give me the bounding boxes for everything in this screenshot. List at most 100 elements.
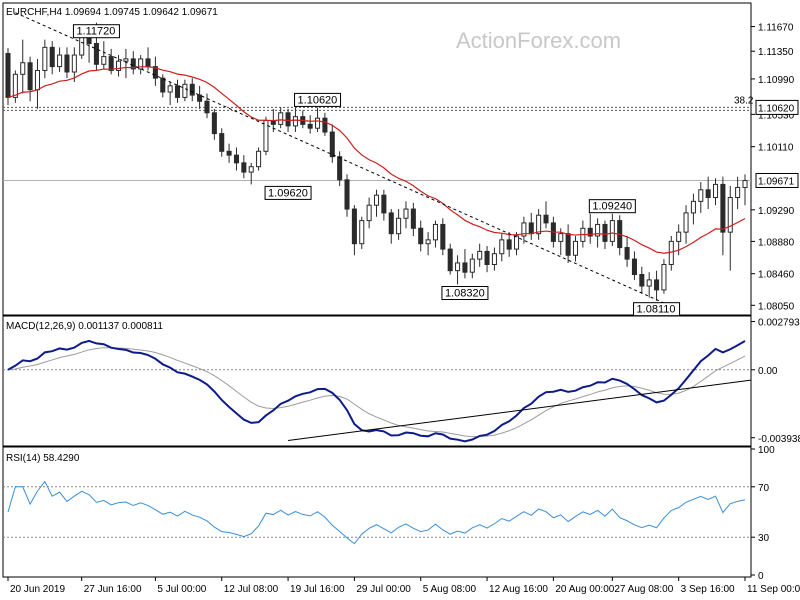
- candle-body: [646, 279, 652, 287]
- price-tick-label: 1.11670: [758, 23, 794, 34]
- x-tick-label: 27 Aug 08:00: [614, 584, 673, 595]
- candle-body: [484, 250, 490, 265]
- candle-body: [351, 208, 357, 245]
- candle-body: [698, 189, 704, 202]
- candle-body: [705, 189, 711, 199]
- candle-body: [359, 220, 365, 245]
- candle-body: [27, 62, 33, 91]
- macd-header: MACD(12,26,9) 0.001137 0.000811: [6, 321, 163, 332]
- candle-body: [381, 194, 387, 214]
- candle-body: [145, 58, 151, 68]
- candle-body: [292, 116, 298, 127]
- candle-body: [189, 83, 195, 96]
- candle-body: [469, 258, 475, 273]
- candle-body: [12, 73, 18, 98]
- watermark: ActionForex.com: [456, 28, 621, 53]
- price-annotation: 1.09620: [268, 187, 308, 199]
- candle-body: [396, 217, 402, 235]
- candle-body: [64, 54, 70, 73]
- candle-body: [5, 53, 11, 98]
- candle-body: [366, 204, 372, 222]
- candle-body: [543, 214, 549, 224]
- x-tick-label: 3 Sep 16:00: [681, 584, 735, 595]
- candle-body: [661, 263, 667, 291]
- candle-body: [79, 35, 85, 56]
- price-annotation: 1.11720: [76, 26, 115, 38]
- price-annotation: 1.10620: [298, 94, 338, 106]
- candle-body: [676, 231, 682, 242]
- candle-body: [506, 239, 512, 250]
- candle-body: [57, 54, 63, 68]
- candle-body: [307, 123, 313, 129]
- candle-body: [241, 162, 247, 173]
- candle-body: [425, 239, 431, 245]
- candle-body: [204, 100, 210, 114]
- x-tick-label: 5 Jul 00:00: [157, 584, 206, 595]
- rsi-tick-label: 70: [758, 483, 770, 494]
- candle-body: [211, 112, 217, 135]
- fib-price-label: 1.10620: [758, 103, 795, 114]
- candle-body: [528, 222, 534, 235]
- price-tick-label: 1.11350: [758, 47, 794, 58]
- x-tick-label: 12 Aug 16:00: [489, 584, 548, 595]
- candle-body: [455, 262, 461, 272]
- macd-tick-label: -0.003938: [758, 434, 800, 445]
- price-tick-label: 1.09290: [758, 206, 795, 217]
- candle-body: [315, 117, 321, 129]
- price-tick-label: 1.10110: [758, 143, 794, 154]
- candle-body: [388, 212, 394, 235]
- candle-body: [668, 240, 674, 265]
- macd-tick-label: 0.002793: [758, 318, 800, 329]
- candle-body: [373, 194, 380, 206]
- candle-body: [609, 220, 615, 242]
- x-tick-label: 29 Jul 00:00: [356, 584, 411, 595]
- candle-body: [167, 85, 173, 93]
- candle-body: [462, 262, 468, 273]
- candle-body: [197, 94, 203, 102]
- candle-body: [108, 56, 114, 71]
- price-tick-label: 1.08460: [758, 270, 795, 281]
- candle-body: [248, 166, 254, 173]
- price-tick-label: 1.10990: [758, 75, 795, 86]
- candle-body: [491, 253, 497, 265]
- price-annotation: 1.08110: [637, 304, 676, 316]
- x-tick-label: 27 Jun 16:00: [84, 584, 142, 595]
- fib-tag: 38.2: [734, 95, 754, 106]
- candle-body: [93, 43, 99, 65]
- candle-body: [565, 233, 571, 256]
- candle-body: [631, 258, 637, 276]
- candle-body: [263, 120, 269, 152]
- candle-body: [344, 179, 350, 210]
- candle-body: [639, 274, 645, 287]
- macd-tick-label: 0.00: [758, 366, 778, 377]
- price-annotation: 1.08320: [445, 288, 485, 300]
- candle-body: [160, 77, 166, 93]
- candle-body: [233, 154, 239, 164]
- candle-body: [322, 117, 328, 133]
- price-annotation: 1.09240: [592, 201, 632, 213]
- x-tick-label: 20 Aug 00:00: [555, 584, 614, 595]
- candle-body: [49, 46, 55, 68]
- x-tick-label: 11 Sep 00:00: [747, 584, 800, 595]
- candle-body: [572, 240, 579, 256]
- candle-body: [477, 250, 483, 260]
- main-panel-frame: [2, 2, 752, 316]
- price-tick-label: 1.08050: [758, 301, 795, 312]
- candle-body: [71, 54, 77, 73]
- candle-body: [418, 227, 424, 245]
- candle-body: [742, 180, 748, 188]
- candle-body: [285, 112, 291, 127]
- main-header: EURCHF,H4 1.09694 1.09745 1.09642 1.0967…: [6, 7, 218, 18]
- candle-body: [514, 235, 520, 250]
- candle-body: [337, 156, 343, 181]
- candle-body: [690, 200, 696, 214]
- candle-body: [20, 62, 26, 75]
- candle-body: [410, 208, 416, 229]
- candle-body: [174, 85, 181, 98]
- candle-body: [720, 183, 726, 233]
- candle-body: [735, 186, 741, 199]
- candle-body: [440, 223, 446, 250]
- candle-body: [42, 46, 48, 71]
- candle-body: [432, 223, 438, 241]
- rsi-tick-label: 100: [758, 445, 775, 456]
